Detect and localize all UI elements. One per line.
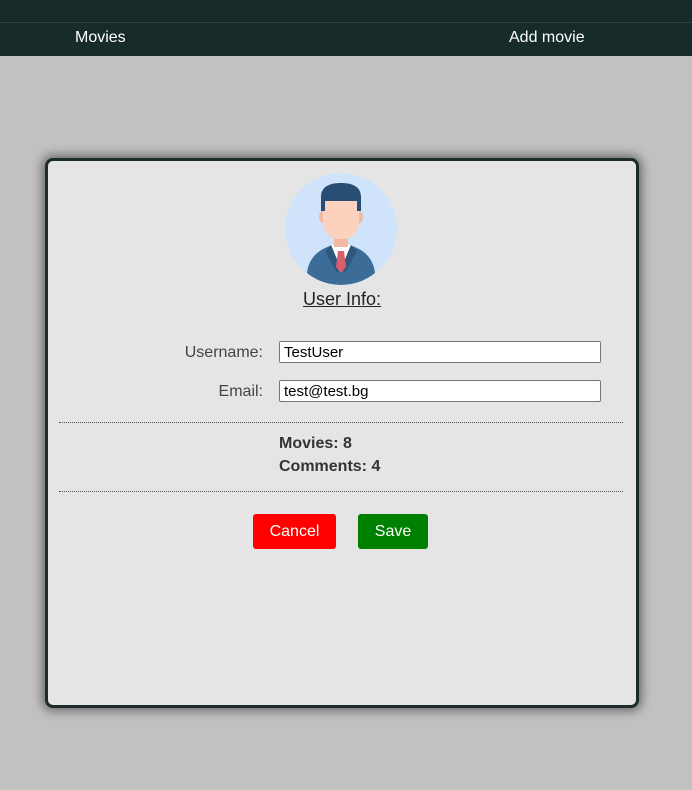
movies-count: Movies: 8 xyxy=(279,435,352,452)
user-avatar-icon xyxy=(285,173,397,285)
username-label: Username: xyxy=(184,344,263,361)
navbar: Movies Add movie xyxy=(0,23,692,56)
divider xyxy=(59,422,623,423)
username-input[interactable] xyxy=(279,341,601,363)
top-bar xyxy=(0,0,692,23)
email-input[interactable] xyxy=(279,380,601,402)
email-label: Email: xyxy=(218,383,263,400)
user-info-title: User Info: xyxy=(302,289,382,309)
comments-count: Comments: 4 xyxy=(279,458,381,475)
nav-add-movie-link[interactable]: Add movie xyxy=(509,29,585,47)
nav-movies-link[interactable]: Movies xyxy=(75,29,126,47)
divider xyxy=(59,491,623,492)
save-button[interactable]: Save xyxy=(358,514,428,549)
user-info-card: User Info: Username: Email: Movies: 8 Co… xyxy=(45,158,639,708)
cancel-button[interactable]: Cancel xyxy=(253,514,336,549)
